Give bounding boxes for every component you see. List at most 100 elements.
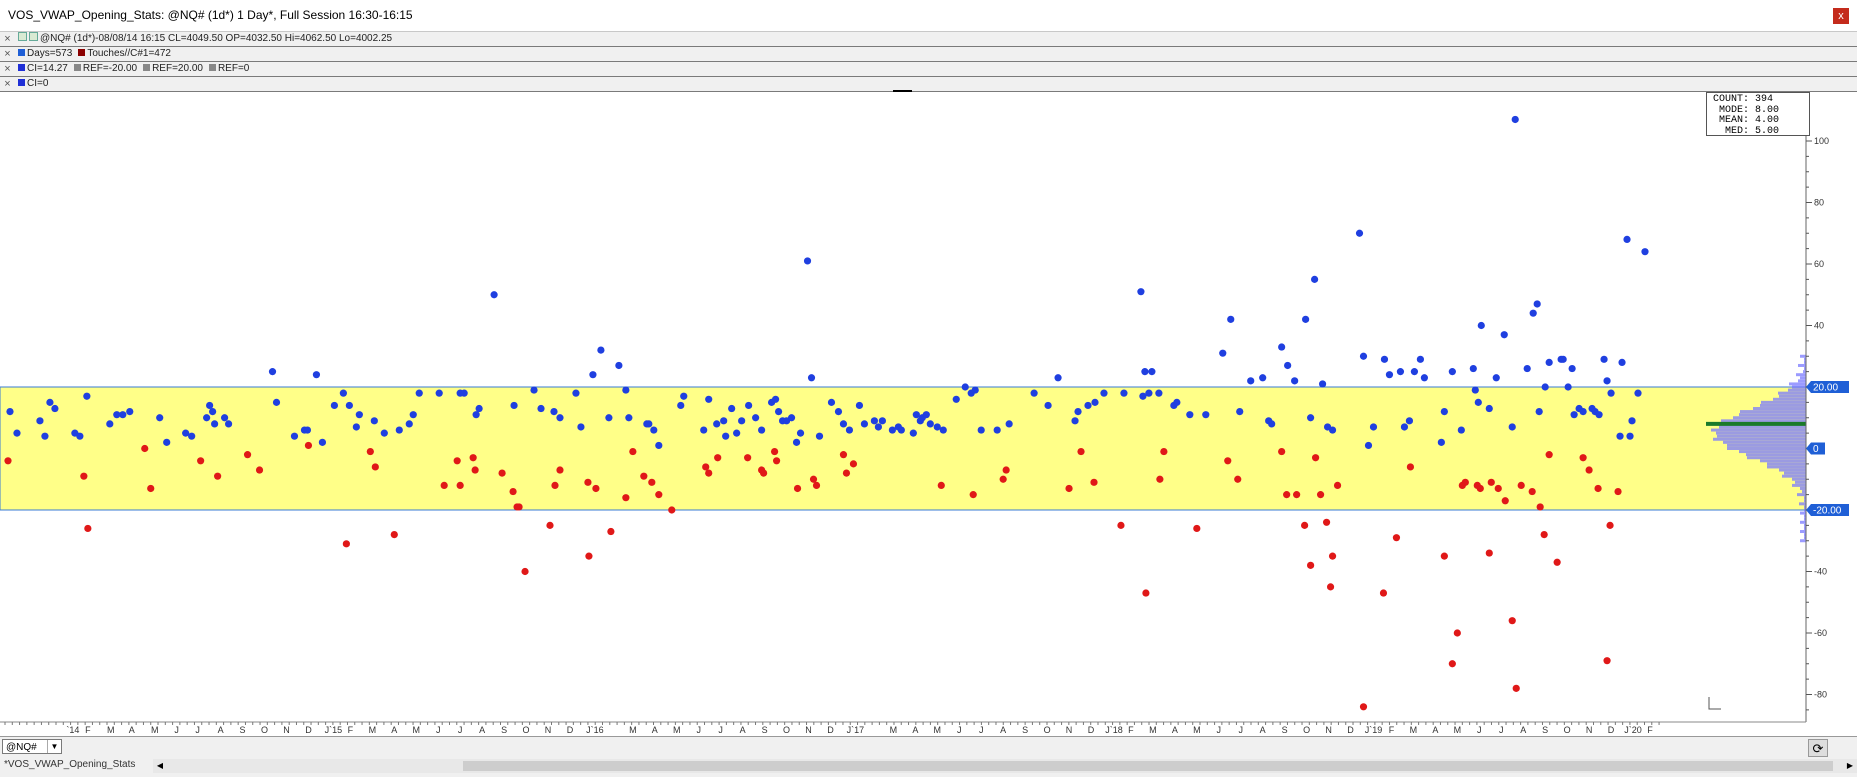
data-point[interactable] bbox=[395, 426, 403, 434]
data-point[interactable] bbox=[1090, 478, 1098, 486]
data-point[interactable] bbox=[645, 420, 653, 428]
data-point[interactable] bbox=[1044, 401, 1052, 410]
data-point[interactable] bbox=[1311, 454, 1320, 462]
data-point[interactable] bbox=[469, 454, 477, 462]
data-point[interactable] bbox=[774, 408, 783, 416]
data-point[interactable] bbox=[1202, 411, 1210, 419]
data-point[interactable] bbox=[1328, 552, 1337, 560]
data-point[interactable] bbox=[1511, 115, 1519, 124]
data-point[interactable] bbox=[106, 420, 114, 428]
data-point[interactable] bbox=[700, 426, 708, 434]
dropdown-arrow-icon[interactable]: ▼ bbox=[47, 740, 61, 753]
data-point[interactable] bbox=[1453, 629, 1461, 637]
data-point[interactable] bbox=[1137, 288, 1145, 296]
data-point[interactable] bbox=[1616, 432, 1624, 440]
data-point[interactable] bbox=[1326, 583, 1335, 591]
data-point[interactable] bbox=[339, 389, 347, 397]
scatter-chart[interactable]: 100 80 60 40 -40 -60 -80 20.00 0 -20.00 `14 F M A M J J A… bbox=[0, 0, 1857, 736]
data-point[interactable] bbox=[1579, 408, 1587, 416]
data-point[interactable] bbox=[471, 466, 479, 474]
data-point[interactable] bbox=[509, 487, 517, 496]
data-point[interactable] bbox=[1369, 423, 1378, 431]
data-point[interactable] bbox=[1634, 389, 1642, 397]
data-point[interactable] bbox=[874, 423, 882, 431]
data-point[interactable] bbox=[1219, 349, 1227, 357]
data-point[interactable] bbox=[119, 411, 127, 419]
data-point[interactable] bbox=[1117, 521, 1125, 529]
data-point[interactable] bbox=[290, 432, 299, 440]
data-point[interactable] bbox=[1471, 386, 1479, 394]
data-point[interactable] bbox=[1071, 417, 1079, 425]
scroll-left-icon[interactable]: ◀ bbox=[153, 759, 167, 773]
data-point[interactable] bbox=[1416, 355, 1425, 363]
data-point[interactable] bbox=[1469, 364, 1477, 373]
horizontal-scrollbar[interactable]: ◀ ▶ bbox=[153, 759, 1857, 773]
data-point[interactable] bbox=[1234, 475, 1242, 483]
data-point[interactable] bbox=[515, 503, 523, 511]
data-point[interactable] bbox=[677, 401, 685, 410]
symbol-selector[interactable]: @NQ# ▼ bbox=[2, 739, 62, 754]
data-point[interactable] bbox=[615, 361, 623, 370]
data-point[interactable] bbox=[141, 444, 149, 453]
data-point[interactable] bbox=[1474, 398, 1482, 406]
data-point[interactable] bbox=[1186, 411, 1194, 419]
data-point[interactable] bbox=[1485, 404, 1493, 413]
data-point[interactable] bbox=[1316, 491, 1325, 499]
data-point[interactable] bbox=[214, 472, 222, 480]
data-point[interactable] bbox=[1420, 374, 1428, 382]
data-point[interactable] bbox=[1156, 475, 1164, 483]
data-point[interactable] bbox=[607, 527, 615, 536]
data-point[interactable] bbox=[1293, 491, 1301, 499]
data-point[interactable] bbox=[435, 389, 443, 397]
data-point[interactable] bbox=[13, 429, 21, 437]
data-point[interactable] bbox=[897, 426, 905, 434]
data-point[interactable] bbox=[648, 478, 656, 486]
data-point[interactable] bbox=[922, 411, 930, 419]
data-point[interactable] bbox=[1501, 497, 1509, 505]
data-point[interactable] bbox=[415, 389, 423, 397]
data-point[interactable] bbox=[937, 481, 945, 489]
data-point[interactable] bbox=[1359, 703, 1368, 711]
data-point[interactable] bbox=[577, 423, 585, 431]
data-point[interactable] bbox=[1284, 361, 1292, 370]
data-point[interactable] bbox=[834, 408, 843, 416]
data-point[interactable] bbox=[584, 478, 592, 486]
data-point[interactable] bbox=[41, 432, 49, 440]
data-point[interactable] bbox=[1236, 408, 1244, 416]
data-point[interactable] bbox=[812, 481, 821, 489]
data-point[interactable] bbox=[1333, 481, 1342, 489]
data-point[interactable] bbox=[1540, 531, 1548, 539]
data-point[interactable] bbox=[939, 426, 947, 434]
data-point[interactable] bbox=[1485, 549, 1493, 557]
data-point[interactable] bbox=[772, 457, 781, 465]
data-point[interactable] bbox=[1155, 389, 1163, 397]
refresh-button[interactable]: ⟳ bbox=[1808, 739, 1828, 757]
data-point[interactable] bbox=[1536, 503, 1544, 511]
data-point[interactable] bbox=[655, 441, 663, 450]
data-point[interactable] bbox=[1002, 466, 1010, 474]
data-point[interactable] bbox=[1359, 352, 1368, 360]
data-point[interactable] bbox=[1145, 389, 1153, 397]
data-point[interactable] bbox=[1626, 432, 1634, 440]
data-point[interactable] bbox=[220, 414, 229, 422]
data-point[interactable] bbox=[1074, 408, 1082, 416]
data-point[interactable] bbox=[625, 414, 633, 422]
data-point[interactable] bbox=[745, 401, 753, 410]
data-point[interactable] bbox=[1077, 447, 1085, 456]
data-point[interactable] bbox=[1517, 481, 1525, 489]
data-point[interactable] bbox=[304, 441, 313, 450]
data-point[interactable] bbox=[366, 447, 374, 456]
data-point[interactable] bbox=[312, 371, 321, 379]
data-point[interactable] bbox=[1607, 389, 1615, 397]
data-point[interactable] bbox=[722, 432, 730, 440]
data-point[interactable] bbox=[592, 484, 600, 493]
data-point[interactable] bbox=[1310, 275, 1319, 283]
data-point[interactable] bbox=[1457, 426, 1465, 434]
data-point[interactable] bbox=[1564, 383, 1572, 391]
data-point[interactable] bbox=[371, 463, 379, 471]
data-point[interactable] bbox=[1100, 389, 1108, 397]
data-point[interactable] bbox=[1541, 383, 1549, 391]
data-point[interactable] bbox=[188, 432, 196, 440]
data-point[interactable] bbox=[1405, 417, 1414, 425]
data-point[interactable] bbox=[655, 491, 663, 499]
